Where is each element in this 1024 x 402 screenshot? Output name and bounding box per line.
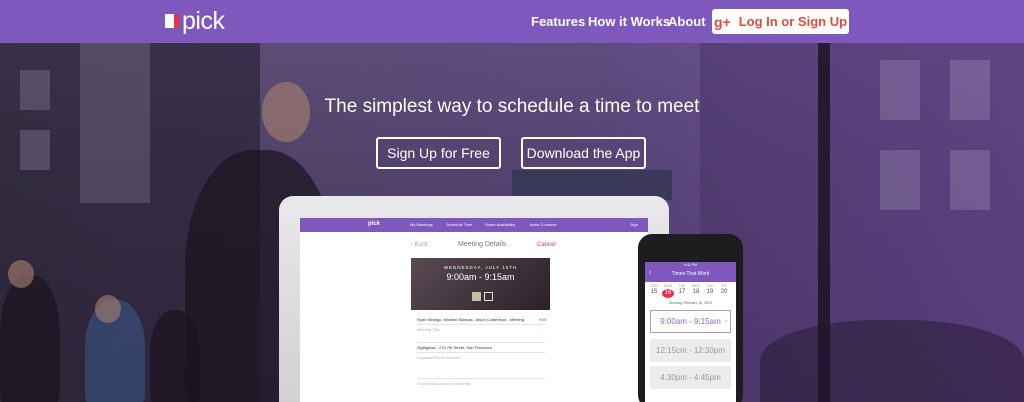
back-link[interactable]: ‹ Back bbox=[411, 242, 428, 248]
app-nav-schedule-time[interactable]: Schedule Time bbox=[446, 222, 472, 227]
app-nav-invite-contacts[interactable]: Invite Contacts bbox=[530, 222, 556, 227]
edit-link[interactable]: Edit bbox=[539, 317, 546, 322]
pick-logo-icon bbox=[165, 14, 179, 28]
laptop-screen: pick My Meetings Schedule Time Share Ava… bbox=[300, 218, 648, 402]
time-slot[interactable]: 4:30pm - 4:45pm bbox=[650, 366, 731, 389]
window bbox=[950, 150, 990, 210]
day-of-week: WED bbox=[691, 284, 701, 288]
divider bbox=[417, 342, 545, 343]
selected-date: Monday, February 16, 2015 bbox=[669, 301, 712, 305]
day-of-week: THU bbox=[706, 284, 714, 288]
nav-link-about[interactable]: About bbox=[668, 14, 706, 29]
phone-header: 9:41 PM ‹ Times That Work bbox=[645, 262, 736, 282]
login-signup-label: Log In or Sign Up bbox=[738, 14, 848, 29]
crowd-person bbox=[150, 310, 200, 402]
day-of-week: MON bbox=[663, 284, 673, 288]
window bbox=[880, 150, 920, 210]
day-number[interactable]: 19 bbox=[704, 289, 716, 295]
app-nav-share-availability[interactable]: Share Availability bbox=[485, 222, 515, 227]
phone-title: Times That Work bbox=[671, 271, 710, 277]
crowd-head bbox=[8, 260, 34, 288]
day-of-week: TUE bbox=[678, 284, 686, 288]
time-slot[interactable]: 12:15cm - 12:30pm bbox=[650, 339, 731, 362]
nav-link-how-it-works[interactable]: How it Works bbox=[588, 14, 670, 29]
email-field[interactable]: Your Email Address (required) bbox=[417, 381, 470, 386]
signup-free-button[interactable]: Sign Up for Free bbox=[376, 137, 501, 169]
bike-rack bbox=[760, 320, 1024, 402]
divider bbox=[417, 324, 545, 325]
download-app-button[interactable]: Download the App bbox=[521, 137, 646, 169]
participants-text: Ryan Mindigo, Michael Sklepac, Jason Cul… bbox=[417, 317, 524, 322]
meeting-banner: WEDNESDAY, JULY 15TH 9:00am - 9:15am bbox=[411, 258, 550, 310]
app-navbar: pick My Meetings Schedule Time Share Ava… bbox=[300, 218, 648, 232]
pick-logo[interactable]: pick bbox=[165, 7, 225, 35]
window bbox=[20, 130, 50, 170]
crowd-head bbox=[95, 295, 121, 323]
login-signup-button[interactable]: g+ Log In or Sign Up bbox=[712, 9, 849, 34]
phone-mockup: 9:41 PM ‹ Times That Work SUN MON TUE WE… bbox=[638, 234, 743, 402]
day-of-week: SUN bbox=[650, 284, 658, 288]
hero-tagline: The simplest way to schedule a time to m… bbox=[324, 96, 700, 117]
app-nav-sign[interactable]: Sign bbox=[630, 222, 638, 227]
meeting-date: WEDNESDAY, JULY 15TH bbox=[443, 265, 518, 270]
divider bbox=[417, 378, 545, 379]
day-number[interactable]: 20 bbox=[718, 289, 730, 295]
location-field[interactable]: Location/Phone Number bbox=[417, 355, 460, 360]
time-slot-selected[interactable]: 9:00am - 9:15am › bbox=[650, 310, 731, 333]
google-plus-icon: g+ bbox=[713, 13, 731, 30]
meeting-details-header: ‹ Back Meeting Details Cancel bbox=[300, 241, 648, 254]
building-facade bbox=[80, 43, 150, 203]
day-number[interactable]: 18 bbox=[690, 289, 702, 295]
avatar bbox=[472, 292, 481, 301]
day-number[interactable]: 17 bbox=[676, 289, 688, 295]
day-number[interactable]: 15 bbox=[648, 289, 660, 295]
cancel-link[interactable]: Cancel bbox=[537, 242, 556, 248]
day-of-week: FRI bbox=[721, 284, 727, 288]
chevron-right-icon: › bbox=[725, 318, 727, 325]
status-time: 9:41 PM bbox=[683, 263, 698, 267]
location-value: Sightglass - 270 7th Street, San Francis… bbox=[417, 345, 492, 350]
meeting-details-title: Meeting Details bbox=[458, 241, 507, 248]
logo-text: pick bbox=[182, 7, 225, 35]
phone-screen: 9:41 PM ‹ Times That Work SUN MON TUE WE… bbox=[645, 262, 736, 402]
time-slot-label: 4:30pm - 4:45pm bbox=[660, 373, 721, 382]
divider bbox=[417, 352, 545, 353]
app-nav-my-meetings[interactable]: My Meetings bbox=[410, 222, 433, 227]
top-navbar: pick Features How it Works About g+ Log … bbox=[0, 0, 1024, 43]
laptop-mockup: pick My Meetings Schedule Time Share Ava… bbox=[279, 196, 669, 402]
day-number-selected[interactable]: 16 bbox=[662, 289, 674, 298]
time-slot-label: 9:00am - 9:15am bbox=[660, 317, 721, 326]
meeting-title-field[interactable]: Meeting Title bbox=[417, 327, 440, 332]
app-logo: pick bbox=[368, 221, 381, 227]
meeting-time: 9:00am - 9:15am bbox=[446, 272, 515, 282]
crowd-person bbox=[0, 275, 60, 402]
time-slot-label: 12:15cm - 12:30pm bbox=[656, 346, 725, 355]
nav-link-features[interactable]: Features bbox=[531, 14, 585, 29]
add-participant-icon[interactable] bbox=[484, 292, 493, 301]
